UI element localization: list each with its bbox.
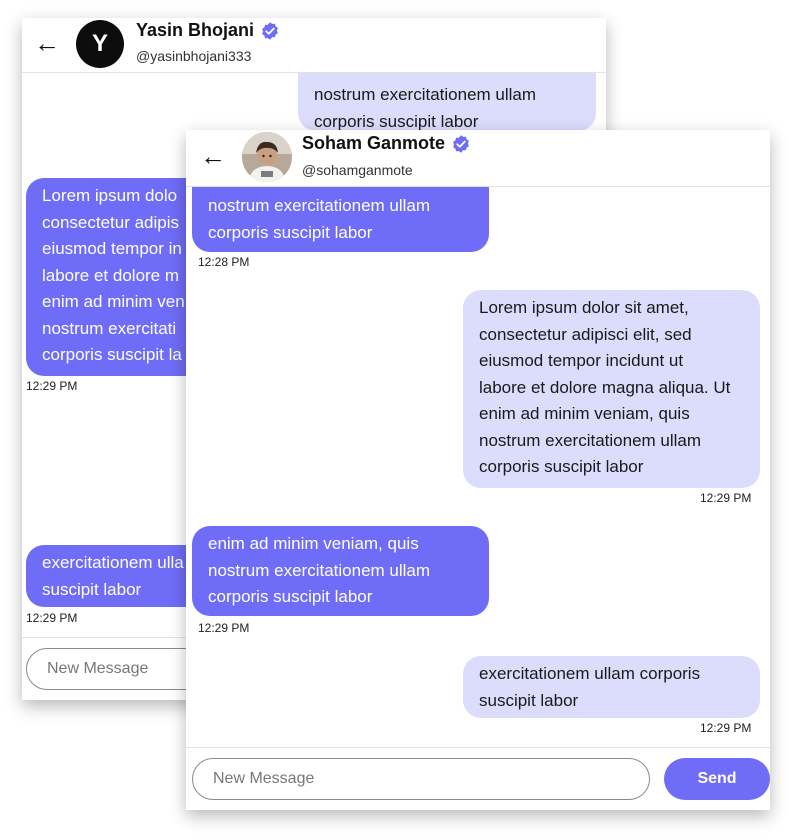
contact-handle: @yasinbhojani333 [136,48,252,64]
avatar[interactable] [242,132,292,182]
send-button[interactable]: Send [664,758,770,800]
message-bubble-sent: exercitationem ullam corporis suscipit l… [463,656,760,718]
contact-name: Soham Ganmote [302,133,446,153]
avatar[interactable]: Y [76,20,124,68]
message-bubble-received: nostrum exercitationem ullam corporis su… [192,180,489,252]
chat-header: ← Y Yasin Bhojani @yasinbhojani333 [22,18,606,73]
chat-window-front: ← Soham Ganmote @sohamganmote nostrum ex… [186,130,770,810]
verified-badge-icon [262,21,278,40]
arrow-left-icon[interactable]: ← [200,143,226,169]
contact-name-row: Soham Ganmote [302,133,471,154]
message-time: 12:29 PM [700,491,752,505]
verified-badge-icon [453,134,469,153]
new-message-input[interactable] [192,758,650,800]
contact-name: Yasin Bhojani [136,20,255,40]
message-bubble-sent: Lorem ipsum dolor sit amet, consectetur … [463,290,760,488]
message-time: 12:29 PM [26,611,78,625]
chat-header: ← Soham Ganmote @sohamganmote [186,130,770,187]
message-composer: Send [186,747,770,810]
message-time: 12:29 PM [198,621,250,635]
contact-name-row: Yasin Bhojani [136,20,280,41]
contact-handle: @sohamganmote [302,162,413,178]
arrow-left-icon[interactable]: ← [34,30,60,56]
message-bubble-received: enim ad minim veniam, quis nostrum exerc… [192,526,489,616]
message-time: 12:29 PM [26,379,78,393]
message-time: 12:28 PM [198,255,250,269]
message-time: 12:29 PM [700,721,752,735]
avatar-photo [242,132,292,182]
